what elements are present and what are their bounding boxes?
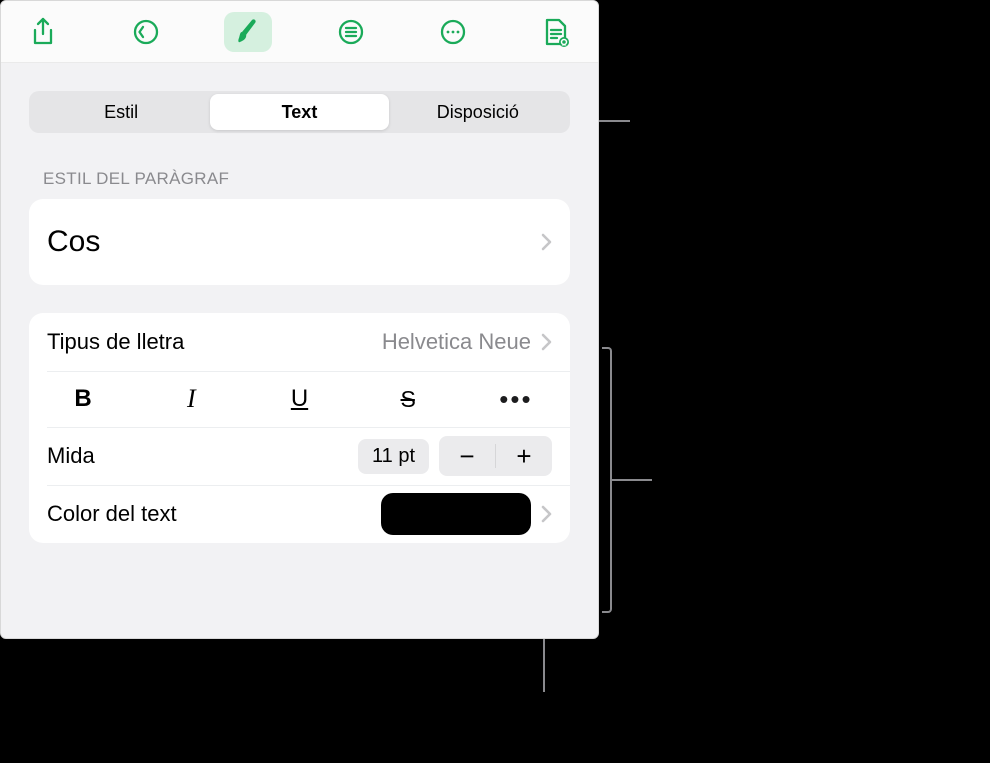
paragraph-style-card: Cos (29, 199, 570, 285)
text-color-swatch[interactable] (381, 493, 531, 535)
more-font-options-button[interactable]: ••• (462, 371, 570, 427)
strikethrough-button[interactable]: S (354, 371, 462, 427)
bold-button[interactable]: B (29, 371, 137, 427)
font-size-row: Mida 11 pt − + (29, 427, 570, 485)
tab-style[interactable]: Estil (32, 94, 210, 130)
text-color-label: Color del text (47, 501, 177, 527)
document-icon (543, 17, 569, 47)
more-button[interactable] (429, 12, 477, 52)
font-style-row: B I U S ••• (29, 371, 570, 427)
brush-icon (234, 17, 262, 47)
underline-button[interactable]: U (245, 371, 353, 427)
paragraph-style-row[interactable]: Cos (29, 199, 570, 285)
arrange-button[interactable] (327, 12, 375, 52)
format-tabs: Estil Text Disposició (29, 91, 570, 133)
font-value: Helvetica Neue (382, 329, 531, 355)
tab-layout[interactable]: Disposició (389, 94, 567, 130)
format-panel: Estil Text Disposició Estil del paràgraf… (0, 0, 599, 639)
undo-button[interactable] (122, 12, 170, 52)
document-button[interactable] (532, 12, 580, 52)
paragraph-style-header: Estil del paràgraf (29, 169, 570, 189)
share-icon (31, 17, 55, 47)
italic-button[interactable]: I (137, 371, 245, 427)
text-color-row[interactable]: Color del text (29, 485, 570, 543)
font-settings-card: Tipus de lletra Helvetica Neue B I U S •… (29, 313, 570, 543)
chevron-right-icon (541, 333, 552, 351)
undo-icon (132, 18, 160, 46)
chevron-right-icon (541, 505, 552, 523)
size-value[interactable]: 11 pt (358, 439, 429, 474)
size-decrease-button[interactable]: − (439, 436, 495, 476)
paragraph-style-value: Cos (47, 225, 100, 259)
size-label: Mida (47, 443, 95, 469)
font-family-row[interactable]: Tipus de lletra Helvetica Neue (29, 313, 570, 371)
share-button[interactable] (19, 12, 67, 52)
tab-text[interactable]: Text (210, 94, 388, 130)
chevron-right-icon (541, 233, 552, 251)
toolbar (1, 1, 598, 63)
more-circle-icon (439, 18, 467, 46)
list-icon (337, 18, 365, 46)
size-increase-button[interactable]: + (496, 436, 552, 476)
format-button[interactable] (224, 12, 272, 52)
font-label: Tipus de lletra (47, 329, 184, 355)
size-stepper: − + (439, 436, 552, 476)
